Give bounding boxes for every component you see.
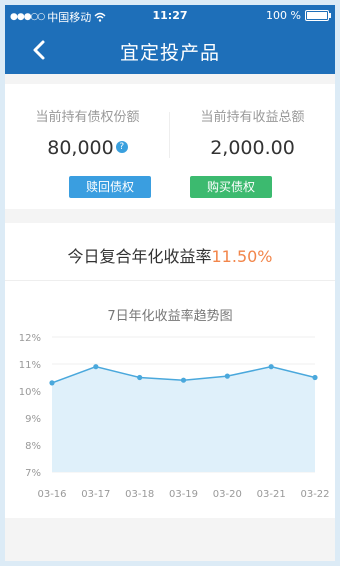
battery-percent: 100 % (266, 9, 301, 22)
x-tick-label: 03-18 (125, 489, 154, 500)
redeem-bond-button[interactable]: 赎回债权 (69, 176, 151, 198)
help-icon[interactable]: ? (115, 140, 128, 153)
status-right: 100 % (266, 9, 331, 22)
phone-screen: ●●●○○ 中国移动 11:27 100 % 宜定投产品 当前持有债权份额 80… (5, 5, 335, 561)
y-tick-label: 9% (25, 414, 41, 425)
y-tick-label: 12% (19, 333, 41, 344)
yield-card: 今日复合年化收益率11.50% 7日年化收益率趋势图 12% 11% 10% 9% 8%… (5, 223, 335, 518)
data-point (268, 364, 274, 370)
yield-trend-chart: 12% 11% 10% 9% 8% 7% 03-16 03-17 03-18 03-19 03-20… (19, 333, 330, 500)
y-tick-label: 8% (25, 441, 41, 452)
data-point (49, 380, 55, 386)
earnings-value: 2,000.00 (210, 137, 295, 159)
x-tick-label: 03-16 (37, 489, 66, 500)
bond-share-label: 当前持有债权份额 (35, 110, 140, 125)
data-point (137, 374, 143, 381)
x-tick-label: 03-21 (257, 489, 286, 500)
bond-share-value: 80,000 (47, 137, 114, 159)
battery-icon (305, 10, 331, 21)
bottom-spacer (5, 518, 335, 561)
holdings-card: 当前持有债权份额 80,000? 当前持有收益总额 2,000.00 赎回债权 … (5, 84, 335, 209)
x-tick-label: 03-22 (300, 489, 329, 500)
data-point (312, 374, 318, 381)
y-tick-label: 7% (25, 468, 41, 479)
y-tick-label: 11% (19, 360, 41, 371)
bond-share-block: 当前持有债权份额 80,000? (5, 106, 170, 159)
data-point (180, 377, 187, 383)
page-title: 宜定投产品 (119, 42, 220, 64)
y-tick-label: 10% (19, 387, 41, 398)
nav-bar: 宜定投产品 (5, 26, 335, 74)
bond-share-value-row: 80,000? (5, 137, 170, 159)
earnings-block: 当前持有收益总额 2,000.00 (170, 106, 335, 159)
buy-bond-button[interactable]: 购买债权 (190, 176, 272, 198)
data-point (93, 364, 99, 370)
x-tick-label: 03-19 (169, 489, 198, 500)
earnings-label: 当前持有收益总额 (200, 110, 305, 125)
status-bar: ●●●○○ 中国移动 11:27 100 % (5, 5, 335, 26)
data-point (224, 373, 230, 379)
x-tick-label: 03-20 (213, 489, 242, 500)
x-tick-label: 03-17 (81, 489, 110, 500)
